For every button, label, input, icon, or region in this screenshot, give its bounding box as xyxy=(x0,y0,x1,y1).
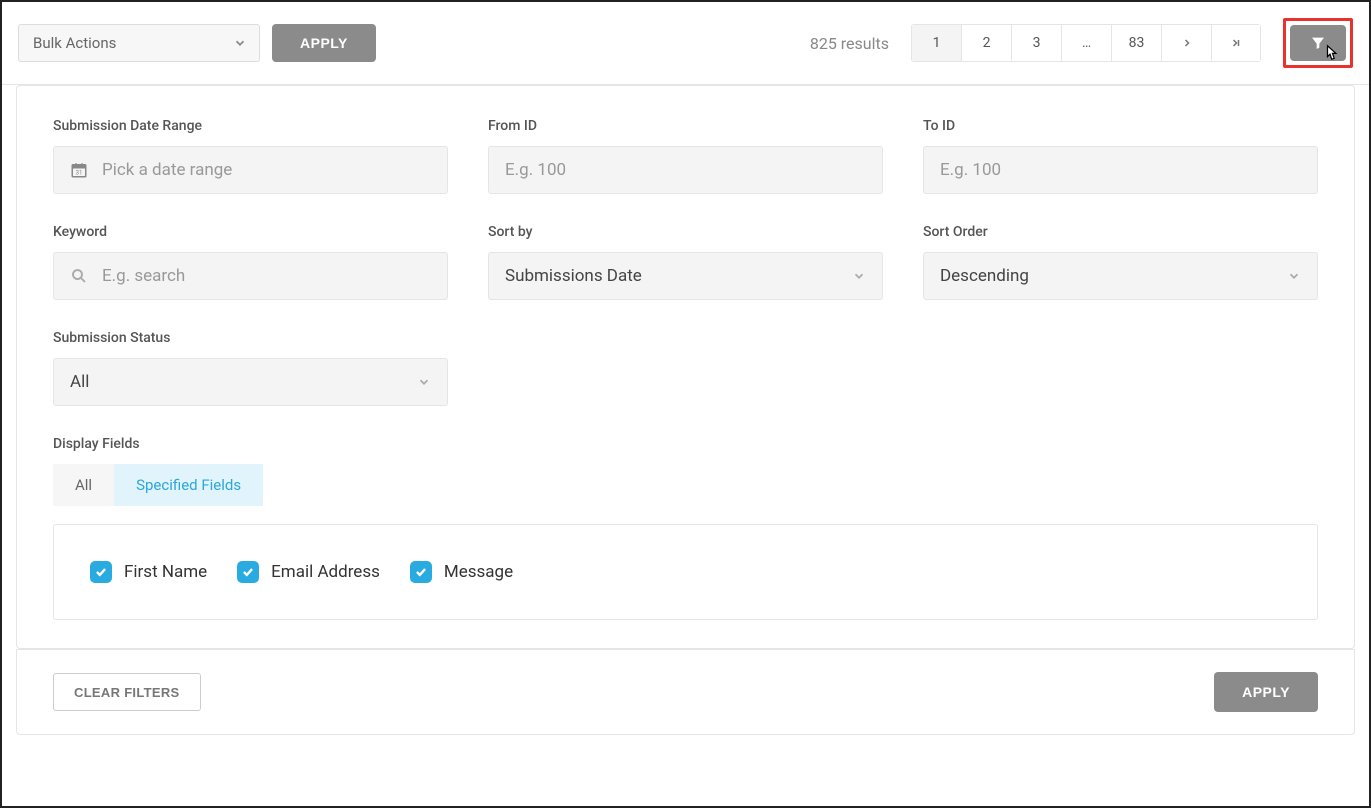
search-icon xyxy=(70,267,88,285)
placeholder-date-range: Pick a date range xyxy=(102,160,232,180)
label-sort-by: Sort by xyxy=(488,224,883,240)
svg-text:31: 31 xyxy=(76,170,83,177)
label-status: Submission Status xyxy=(53,330,448,346)
page-83[interactable]: 83 xyxy=(1111,24,1161,62)
page-1[interactable]: 1 xyxy=(911,24,961,62)
chevron-last-icon xyxy=(1229,37,1243,49)
value-sort-order: Descending xyxy=(940,266,1029,286)
field-to-id: To ID E.g. 100 xyxy=(923,118,1318,194)
chevron-right-icon xyxy=(1181,37,1193,49)
placeholder-to-id: E.g. 100 xyxy=(940,160,1001,180)
checkbox-icon[interactable] xyxy=(237,561,259,583)
apply-filters-button[interactable]: APPLY xyxy=(1214,672,1318,712)
placeholder-keyword: E.g. search xyxy=(102,266,185,286)
specified-fields-box: First Name Email Address Message xyxy=(53,524,1318,620)
results-count: 825 results xyxy=(810,34,889,53)
tab-all[interactable]: All xyxy=(53,464,114,506)
label-display-fields: Display Fields xyxy=(53,436,1318,452)
label-keyword: Keyword xyxy=(53,224,448,240)
select-status[interactable]: All xyxy=(53,358,448,406)
placeholder-from-id: E.g. 100 xyxy=(505,160,566,180)
field-keyword: Keyword E.g. search xyxy=(53,224,448,300)
select-sort-order[interactable]: Descending xyxy=(923,252,1318,300)
page-2[interactable]: 2 xyxy=(961,24,1011,62)
label-date-range: Submission Date Range xyxy=(53,118,448,134)
pagination: 1 2 3 … 83 xyxy=(911,24,1261,62)
label-to-id: To ID xyxy=(923,118,1318,134)
field-from-id: From ID E.g. 100 xyxy=(488,118,883,194)
value-status: All xyxy=(70,372,89,392)
select-sort-by[interactable]: Submissions Date xyxy=(488,252,883,300)
chevron-down-icon xyxy=(1287,269,1301,283)
check-email-address[interactable]: Email Address xyxy=(237,561,380,583)
field-sort-by: Sort by Submissions Date xyxy=(488,224,883,300)
clear-filters-button[interactable]: CLEAR FILTERS xyxy=(53,673,201,711)
check-message[interactable]: Message xyxy=(410,561,513,583)
page-3[interactable]: 3 xyxy=(1011,24,1061,62)
field-sort-order: Sort Order Descending xyxy=(923,224,1318,300)
bulk-actions-select[interactable]: Bulk Actions xyxy=(18,24,260,62)
filter-button-highlight xyxy=(1283,18,1353,68)
filter-toggle-button[interactable] xyxy=(1290,25,1346,61)
checkbox-icon[interactable] xyxy=(90,561,112,583)
calendar-icon: 31 xyxy=(70,161,88,179)
check-label: Message xyxy=(444,562,513,582)
top-toolbar: Bulk Actions APPLY 825 results 1 2 3 … 8… xyxy=(2,2,1369,85)
input-date-range[interactable]: 31 Pick a date range xyxy=(53,146,448,194)
input-to-id[interactable]: E.g. 100 xyxy=(923,146,1318,194)
apply-button[interactable]: APPLY xyxy=(272,24,376,62)
bulk-actions-label: Bulk Actions xyxy=(33,34,116,52)
chevron-down-icon xyxy=(852,269,866,283)
tab-specified-fields[interactable]: Specified Fields xyxy=(114,464,263,506)
filter-icon xyxy=(1309,35,1327,51)
panel-footer: CLEAR FILTERS APPLY xyxy=(17,649,1354,734)
filter-panel: Submission Date Range 31 Pick a date ran… xyxy=(16,85,1355,649)
chevron-down-icon xyxy=(417,375,431,389)
page-next[interactable] xyxy=(1161,24,1211,62)
input-keyword[interactable]: E.g. search xyxy=(53,252,448,300)
label-from-id: From ID xyxy=(488,118,883,134)
field-status: Submission Status All xyxy=(53,330,448,406)
display-fields-section: Display Fields All Specified Fields Firs… xyxy=(53,436,1318,620)
field-date-range: Submission Date Range 31 Pick a date ran… xyxy=(53,118,448,194)
display-fields-tabs: All Specified Fields xyxy=(53,464,1318,506)
input-from-id[interactable]: E.g. 100 xyxy=(488,146,883,194)
panel-footer-wrap: CLEAR FILTERS APPLY xyxy=(16,649,1355,735)
check-label: First Name xyxy=(124,562,207,582)
checkbox-icon[interactable] xyxy=(410,561,432,583)
check-first-name[interactable]: First Name xyxy=(90,561,207,583)
value-sort-by: Submissions Date xyxy=(505,266,642,286)
page-last[interactable] xyxy=(1211,24,1261,62)
check-label: Email Address xyxy=(271,562,380,582)
label-sort-order: Sort Order xyxy=(923,224,1318,240)
chevron-down-icon xyxy=(233,36,247,50)
page-ellipsis: … xyxy=(1061,24,1111,62)
